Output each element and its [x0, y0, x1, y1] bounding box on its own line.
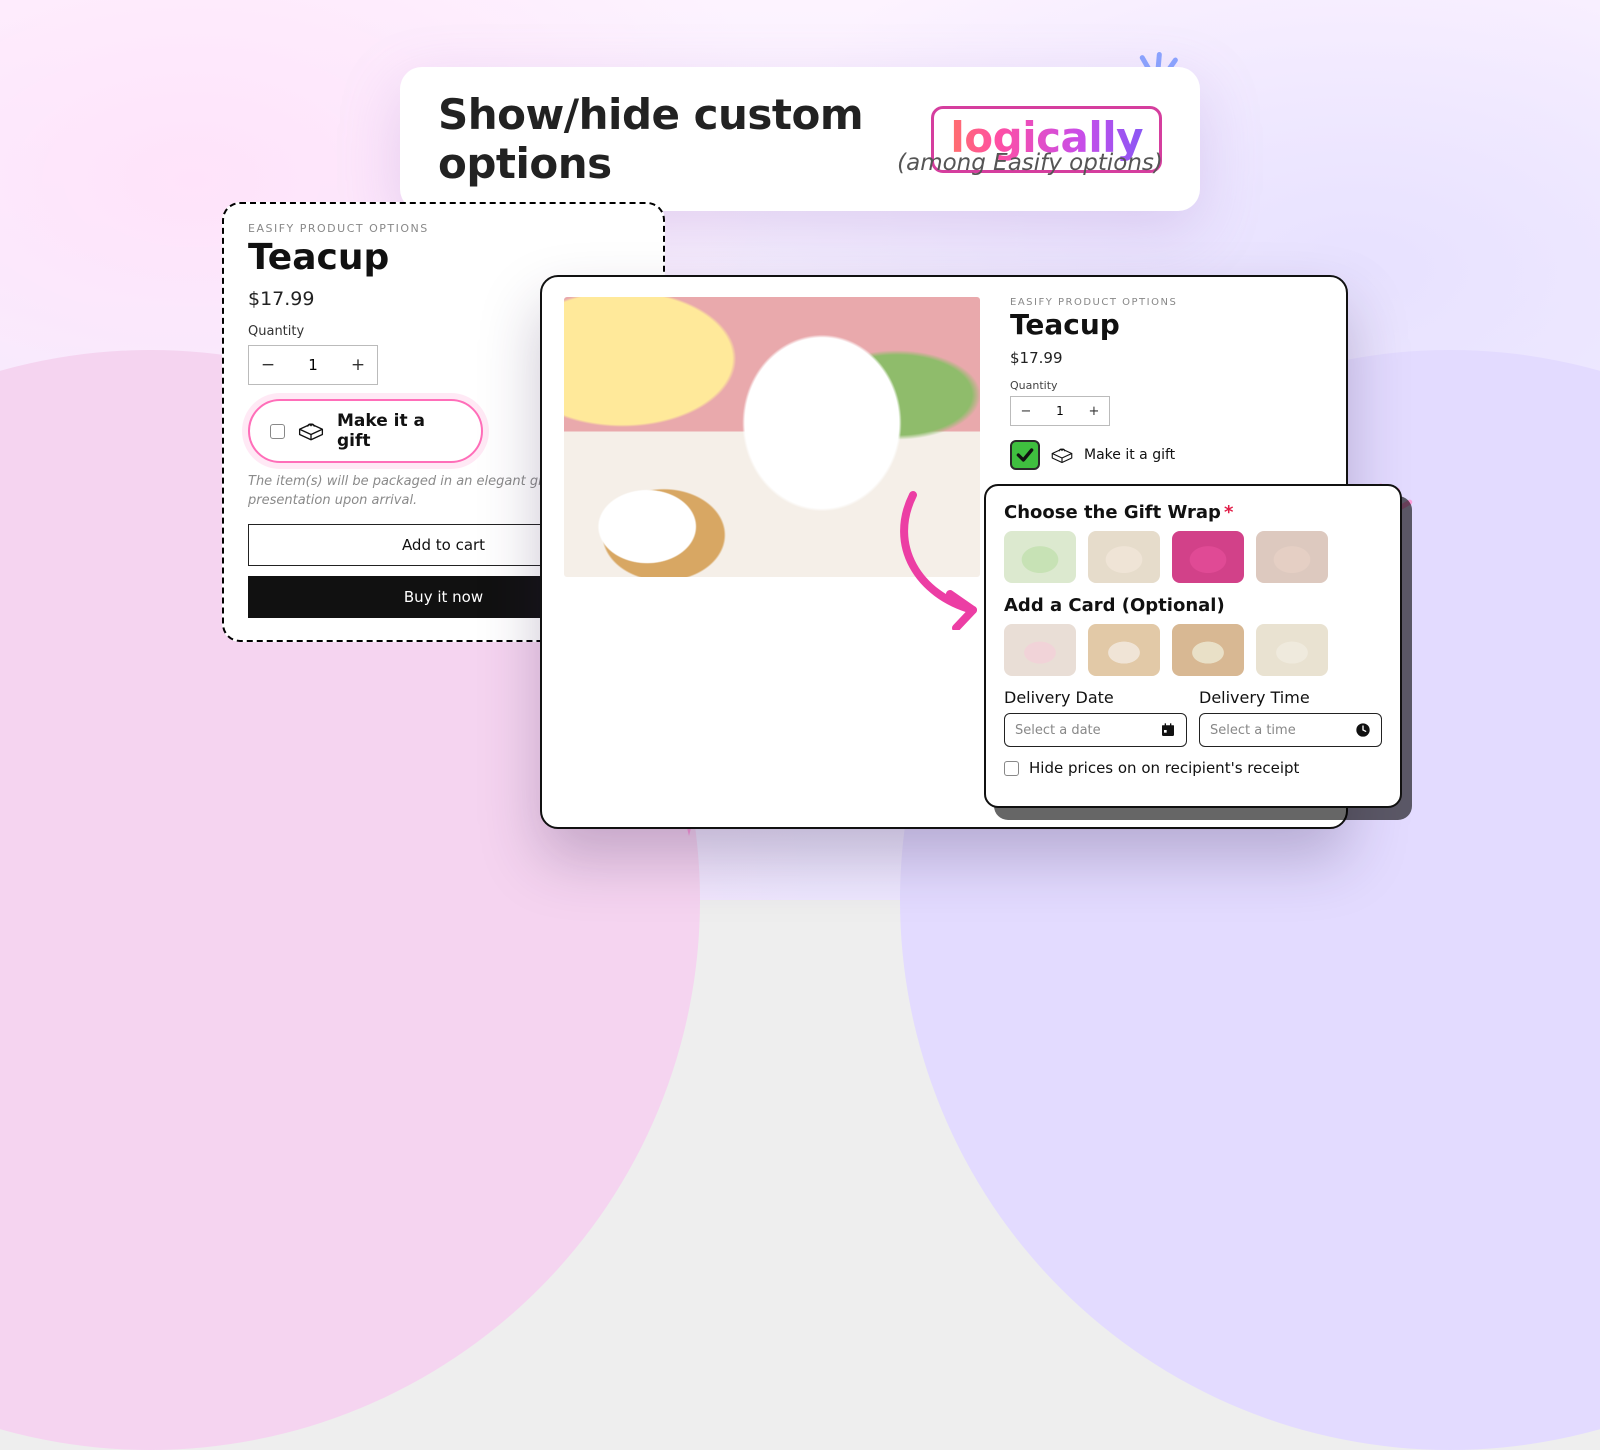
gift-options-popover: Choose the Gift Wrap* Add a Card (Option…: [984, 484, 1402, 808]
qty-stepper[interactable]: − 1 +: [1010, 396, 1110, 426]
date-placeholder: Select a date: [1015, 723, 1101, 738]
qty-minus-button[interactable]: −: [1011, 404, 1041, 419]
hide-prices-label: Hide prices on on recipient's receipt: [1029, 759, 1299, 777]
qty-value: 1: [1041, 404, 1079, 418]
product-title: Teacup: [1010, 308, 1324, 341]
gift-box-icon: [297, 420, 325, 442]
headline-banner: Show/hide custom options logically: [400, 67, 1200, 211]
qty-plus-button[interactable]: +: [339, 355, 377, 375]
make-gift-label: Make it a gift: [1084, 447, 1175, 463]
qty-label: Quantity: [1010, 379, 1324, 392]
brand-label: EASIFY PRODUCT OPTIONS: [1010, 297, 1324, 308]
make-gift-toggle[interactable]: Make it a gift: [1010, 440, 1324, 470]
make-gift-label: Make it a gift: [337, 411, 461, 451]
checkbox-unchecked[interactable]: [270, 424, 285, 439]
qty-plus-button[interactable]: +: [1079, 404, 1109, 419]
check-icon: [1015, 445, 1035, 465]
wrap-swatch[interactable]: [1256, 531, 1328, 583]
checkbox-unchecked[interactable]: [1004, 761, 1019, 776]
delivery-date-input[interactable]: Select a date: [1004, 713, 1187, 747]
card-swatch[interactable]: [1088, 624, 1160, 676]
hide-prices-row[interactable]: Hide prices on on recipient's receipt: [1004, 759, 1382, 777]
product-price: $17.99: [1010, 349, 1324, 367]
wrap-swatch[interactable]: [1004, 531, 1076, 583]
gift-wrap-label: Choose the Gift Wrap: [1004, 502, 1221, 523]
headline-plain: Show/hide custom options: [438, 90, 913, 188]
required-asterisk: *: [1224, 502, 1233, 523]
delivery-time-input[interactable]: Select a time: [1199, 713, 1382, 747]
product-title: Teacup: [248, 237, 639, 278]
card-heading: Add a Card (Optional): [1004, 595, 1382, 616]
card-swatch[interactable]: [1256, 624, 1328, 676]
wrap-swatch[interactable]: [1088, 531, 1160, 583]
gift-box-icon: [1050, 446, 1074, 464]
headline-sub: (among Easify options): [897, 150, 1163, 176]
gift-wrap-heading: Choose the Gift Wrap*: [1004, 502, 1382, 523]
gift-wrap-swatches: [1004, 531, 1382, 583]
qty-value: 1: [287, 356, 339, 374]
delivery-time-label: Delivery Time: [1199, 688, 1382, 707]
time-placeholder: Select a time: [1210, 723, 1296, 738]
make-gift-toggle[interactable]: Make it a gift: [248, 399, 483, 463]
qty-minus-button[interactable]: −: [249, 355, 287, 375]
product-photo: [564, 297, 980, 577]
clock-icon: [1355, 722, 1371, 738]
brand-label: EASIFY PRODUCT OPTIONS: [248, 222, 639, 235]
calendar-icon: [1160, 722, 1176, 738]
checkbox-checked[interactable]: [1010, 440, 1040, 470]
qty-stepper[interactable]: − 1 +: [248, 345, 378, 385]
delivery-date-label: Delivery Date: [1004, 688, 1187, 707]
card-swatch[interactable]: [1172, 624, 1244, 676]
card-swatch[interactable]: [1004, 624, 1076, 676]
card-swatches: [1004, 624, 1382, 676]
wrap-swatch[interactable]: [1172, 531, 1244, 583]
